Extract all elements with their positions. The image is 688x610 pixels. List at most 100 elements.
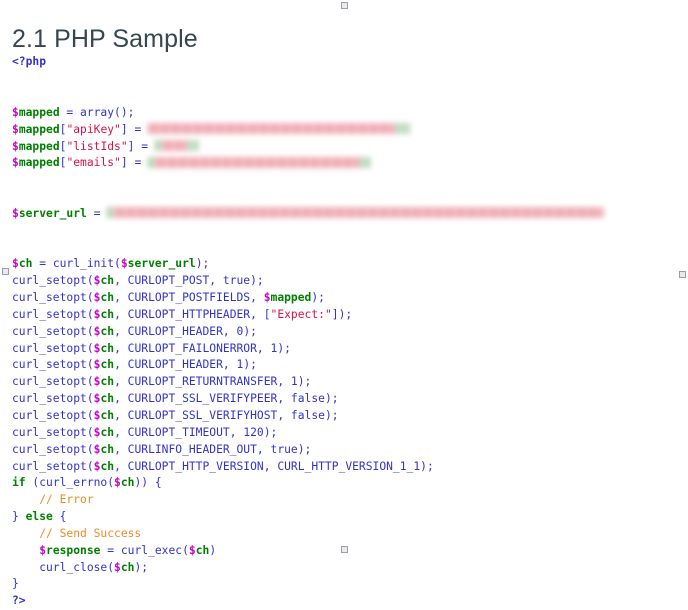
variable-ch: ch <box>100 375 115 389</box>
punctuation: ( <box>86 274 94 288</box>
punctuation: ); <box>420 459 434 473</box>
punctuation: ( <box>107 560 115 574</box>
punctuation: ( <box>86 291 94 305</box>
sigil: $ <box>12 257 19 271</box>
setopt-value: CURL_HTTP_VERSION_1_1 <box>277 459 421 473</box>
punctuation: ] = <box>120 122 149 136</box>
code-line-server-url: $server_url = <box>12 206 676 223</box>
punctuation: , <box>114 324 128 338</box>
variable-ch: ch <box>100 392 115 406</box>
setopt-value: true <box>270 442 298 456</box>
code-line-blank-2 <box>12 88 676 105</box>
punctuation: ( <box>114 257 121 271</box>
comment-send-success: // Send Success <box>39 526 142 540</box>
code-line-curl-close: curl_close($ch); <box>12 560 676 577</box>
punctuation: , <box>250 291 264 305</box>
code-line-brace-close: } <box>12 576 676 593</box>
punctuation: , <box>114 307 128 321</box>
key-listids: "listIds" <box>66 139 128 153</box>
code-line-setopt-10: curl_setopt($ch, CURLINFO_HEADER_OUT, tr… <box>12 442 676 459</box>
redacted-emails-tail <box>360 156 373 168</box>
punctuation: , <box>250 307 264 321</box>
operator-assign: = <box>32 257 53 271</box>
punctuation: ( <box>86 442 94 456</box>
redacted-server-url-prefix <box>107 207 115 219</box>
punctuation: , <box>222 324 237 338</box>
fn-curl-setopt: curl_setopt <box>12 341 87 355</box>
code-line-setopt-2: curl_setopt($ch, CURLOPT_HTTPHEADER, ["E… <box>12 307 676 324</box>
fn-curl-setopt: curl_setopt <box>12 442 87 456</box>
punctuation: ( <box>86 341 94 355</box>
variable-ch: ch <box>100 291 115 305</box>
redacted-apikey-value <box>148 123 397 135</box>
punctuation: ( <box>86 358 94 372</box>
setopt-value: false <box>290 409 325 423</box>
code-line-mapped-init: $mapped = array(); <box>12 105 676 122</box>
punctuation: ( <box>86 392 94 406</box>
code-line-blank-5 <box>12 223 676 240</box>
code-line-setopt-6: curl_setopt($ch, CURLOPT_RETURNTRANSFER,… <box>12 374 676 391</box>
key-emails: "emails" <box>66 156 121 170</box>
code-line-ch-init: $ch = curl_init($server_url); <box>12 256 676 273</box>
redacted-listids-prefix <box>154 140 162 152</box>
php-code-block: <?php $mapped = array(); $mapped["apiKey"… <box>12 54 676 610</box>
fn-curl-setopt: curl_setopt <box>12 409 87 423</box>
constant-curlopt_returntransfer: CURLOPT_RETURNTRANSFER <box>127 375 278 389</box>
php-open-tag: <?php <box>12 55 47 69</box>
fn-curl-close: curl_close <box>39 560 108 574</box>
variable-mapped: mapped <box>270 291 312 305</box>
variable-ch: ch <box>100 442 115 456</box>
punctuation: ); <box>311 291 325 305</box>
punctuation: ); <box>250 274 264 288</box>
variable-mapped: mapped <box>18 139 60 153</box>
constant-curlopt_ssl_verifyhost: CURLOPT_SSL_VERIFYHOST <box>127 409 278 423</box>
constant-curlopt_header: CURLOPT_HEADER <box>127 324 223 338</box>
punctuation: , <box>114 358 128 372</box>
punctuation: ); <box>297 375 312 389</box>
code-line-blank-4 <box>12 189 676 206</box>
code-line-mapped-emails: $mapped["emails"] = <box>12 155 676 172</box>
fn-curl-setopt: curl_setopt <box>12 358 87 372</box>
string-expect: "Expect:" <box>270 307 332 321</box>
fn-curl-setopt: curl_setopt <box>12 392 87 406</box>
punctuation: ( <box>86 375 94 389</box>
punctuation: ); <box>263 425 278 439</box>
sigil: $ <box>12 105 19 119</box>
variable-ch: ch <box>18 257 33 271</box>
redacted-emails-prefix <box>148 156 156 168</box>
punctuation: ( <box>86 459 94 473</box>
constant-curlopt_httpheader: CURLOPT_HTTPHEADER <box>127 307 251 321</box>
sigil: $ <box>263 291 271 305</box>
variable-ch: ch <box>100 307 115 321</box>
punctuation: ( <box>86 324 94 338</box>
variable-ch: ch <box>100 324 115 338</box>
code-line-setopt-5: curl_setopt($ch, CURLOPT_HEADER, 1); <box>12 357 676 374</box>
punctuation: , <box>222 358 237 372</box>
punctuation: , <box>277 409 291 423</box>
code-line-setopt-8: curl_setopt($ch, CURLOPT_SSL_VERIFYHOST,… <box>12 408 676 425</box>
punctuation: ( <box>86 425 94 439</box>
code-line-else: } else { <box>12 509 676 526</box>
constant-curlopt_ssl_verifypeer: CURLOPT_SSL_VERIFYPEER <box>127 392 278 406</box>
punctuation: ] = <box>120 156 149 170</box>
punctuation: , <box>114 459 128 473</box>
sigil: $ <box>12 139 19 153</box>
punctuation: ( <box>86 307 94 321</box>
redacted-apikey-tail <box>396 123 411 135</box>
punctuation: , <box>263 459 278 473</box>
sigil: $ <box>114 476 121 490</box>
keyword-else: else <box>25 510 53 524</box>
punctuation: [ <box>263 307 271 321</box>
variable-ch: ch <box>100 341 115 355</box>
keyword-if: if <box>12 476 26 490</box>
fn-curl-errno: curl_errno <box>39 476 108 490</box>
punctuation: , <box>277 392 291 406</box>
punctuation: ( <box>25 476 40 490</box>
punctuation: ] <box>331 307 339 321</box>
code-line-blank-3 <box>12 172 676 189</box>
punctuation: ); <box>324 409 339 423</box>
variable-ch: ch <box>100 425 115 439</box>
punctuation: ); <box>277 341 291 355</box>
sigil: $ <box>12 156 19 170</box>
punctuation: ] = <box>127 139 155 153</box>
